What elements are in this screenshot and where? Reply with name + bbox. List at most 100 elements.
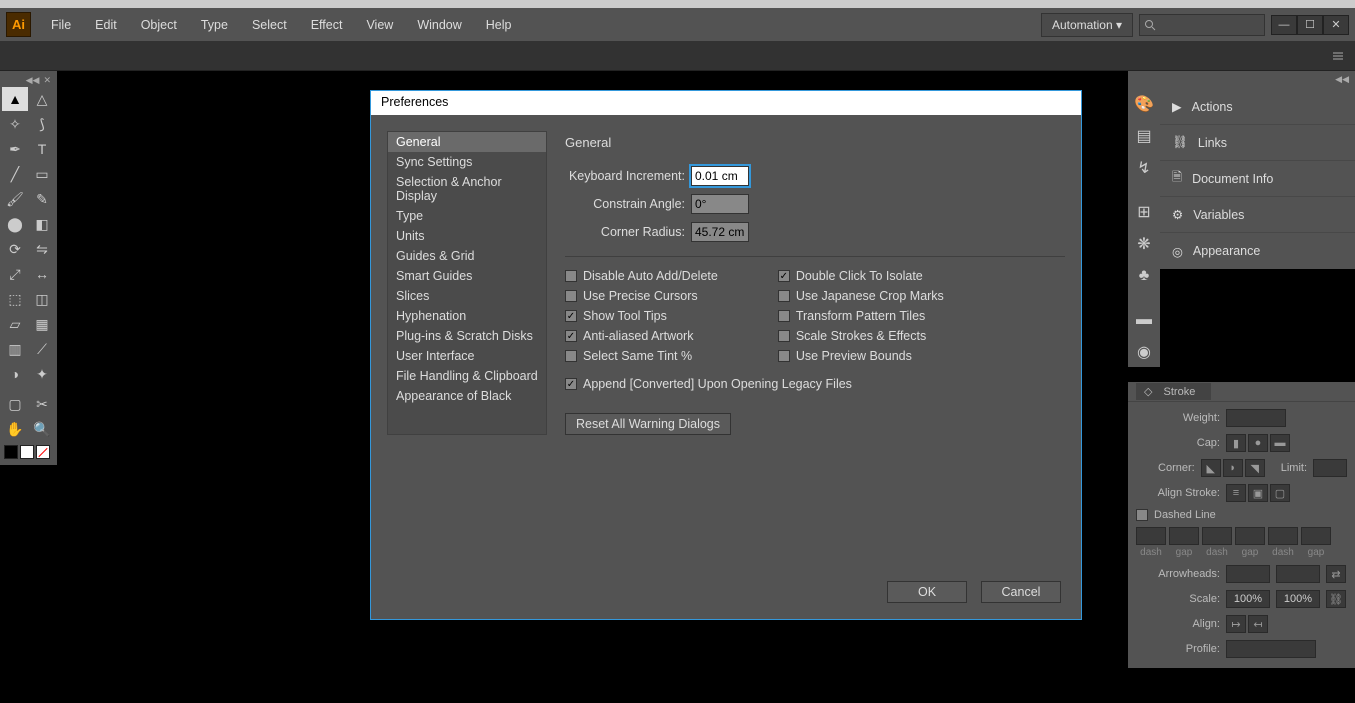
pref-side-appearance-of-black[interactable]: Appearance of Black (388, 386, 546, 406)
pref-side-file-handling-clipboard[interactable]: File Handling & Clipboard (388, 366, 546, 386)
checkbox-use-japanese-crop-marks[interactable] (778, 290, 790, 302)
panel-row-variables[interactable]: ⚙Variables (1160, 197, 1355, 233)
dash-input-gap[interactable] (1169, 527, 1199, 545)
dash-input-gap[interactable] (1301, 527, 1331, 545)
pref-side-hyphenation[interactable]: Hyphenation (388, 306, 546, 326)
rotate-tool[interactable]: ⟳ (2, 237, 28, 261)
checkbox-show-tool-tips[interactable] (565, 310, 577, 322)
close-icon[interactable]: ✕ (43, 75, 51, 86)
constrain-angle-input[interactable] (691, 194, 749, 214)
rectangle-tool[interactable]: ▭ (29, 162, 55, 186)
magic-wand-tool[interactable]: ✧ (2, 112, 28, 136)
hand-tool[interactable]: ✋ (2, 417, 28, 441)
cancel-button[interactable]: Cancel (981, 581, 1061, 603)
swatch-none[interactable] (36, 445, 50, 459)
dash-input-dash[interactable] (1136, 527, 1166, 545)
pref-side-guides-grid[interactable]: Guides & Grid (388, 246, 546, 266)
graphic-styles-icon[interactable]: ❋ (1130, 229, 1158, 259)
checkbox-transform-pattern-tiles[interactable] (778, 310, 790, 322)
align-outside[interactable]: ▢ (1270, 484, 1290, 502)
align-center[interactable]: ≡ (1226, 484, 1246, 502)
pen-tool[interactable]: ✒ (2, 137, 28, 161)
scale-start[interactable] (1226, 590, 1270, 608)
append-converted-checkbox[interactable] (565, 378, 577, 390)
checkbox-use-preview-bounds[interactable] (778, 350, 790, 362)
artboard-tool[interactable]: ▢ (2, 392, 28, 416)
color-icon[interactable]: 🎨 (1130, 89, 1158, 119)
checkbox-anti-aliased-artwork[interactable] (565, 330, 577, 342)
collapse-icon[interactable]: ◀◀ (26, 75, 40, 86)
panel-row-document-info[interactable]: 🗎Document Info (1160, 161, 1355, 197)
dash-input-dash[interactable] (1268, 527, 1298, 545)
align-inside[interactable]: ▣ (1248, 484, 1268, 502)
pencil-tool[interactable]: ✎ (29, 187, 55, 211)
line-tool[interactable]: ╱ (2, 162, 28, 186)
corner-radius-input[interactable] (691, 222, 749, 242)
close-button[interactable]: ✕ (1323, 15, 1349, 35)
menu-help[interactable]: Help (474, 14, 524, 36)
menu-object[interactable]: Object (129, 14, 189, 36)
menu-file[interactable]: File (39, 14, 83, 36)
shape-builder-tool[interactable]: ◫ (29, 287, 55, 311)
menu-view[interactable]: View (354, 14, 405, 36)
stroke-tab-label[interactable]: ◇ Stroke (1136, 383, 1211, 400)
direct-selection-tool[interactable]: △ (29, 87, 55, 111)
swatch-white[interactable] (20, 445, 34, 459)
paintbrush-tool[interactable]: 🖌 (2, 187, 28, 211)
appearance-icon[interactable]: ♣ (1130, 261, 1158, 291)
dash-input-gap[interactable] (1235, 527, 1265, 545)
corner-round[interactable]: ◗ (1223, 459, 1243, 477)
panel-row-actions[interactable]: ▶Actions (1160, 89, 1355, 125)
panel-row-links[interactable]: ⛓Links (1160, 125, 1355, 161)
layers-icon[interactable]: ▬ (1130, 305, 1158, 335)
pref-side-general[interactable]: General (388, 132, 546, 152)
minimize-button[interactable]: — (1271, 15, 1297, 35)
ok-button[interactable]: OK (887, 581, 967, 603)
menu-type[interactable]: Type (189, 14, 240, 36)
checkbox-scale-strokes-effects[interactable] (778, 330, 790, 342)
type-tool[interactable]: T (29, 137, 55, 161)
cap-butt[interactable]: ▮ (1226, 434, 1246, 452)
scale-tool[interactable]: ⤢ (2, 262, 28, 286)
pref-side-slices[interactable]: Slices (388, 286, 546, 306)
corner-bevel[interactable]: ◥ (1245, 459, 1265, 477)
reset-warnings-button[interactable]: Reset All Warning Dialogs (565, 413, 731, 435)
pref-side-smart-guides[interactable]: Smart Guides (388, 266, 546, 286)
menu-window[interactable]: Window (405, 14, 473, 36)
align-path[interactable]: ↤ (1248, 615, 1268, 633)
symbols-icon[interactable]: ⊞ (1130, 197, 1158, 227)
search-box[interactable] (1139, 14, 1265, 36)
scale-end[interactable] (1276, 590, 1320, 608)
corner-miter[interactable]: ◣ (1201, 459, 1221, 477)
maximize-button[interactable]: ☐ (1297, 15, 1323, 35)
symbol-sprayer-tool[interactable]: ✦ (29, 362, 55, 386)
checkbox-use-precise-cursors[interactable] (565, 290, 577, 302)
keyboard-increment-input[interactable] (691, 166, 749, 186)
profile-dropdown[interactable] (1226, 640, 1316, 658)
swatches-icon[interactable]: ▤ (1130, 121, 1158, 151)
perspective-tool[interactable]: ▱ (2, 312, 28, 336)
mesh-tool[interactable]: ▦ (29, 312, 55, 336)
slice-tool[interactable]: ✂ (29, 392, 55, 416)
gradient-tool[interactable]: ▥ (2, 337, 28, 361)
lasso-tool[interactable]: ⟆ (29, 112, 55, 136)
panel-row-appearance[interactable]: ◎Appearance (1160, 233, 1355, 269)
brushes-icon[interactable]: ↯ (1130, 153, 1158, 183)
eraser-tool[interactable]: ◧ (29, 212, 55, 236)
pref-side-type[interactable]: Type (388, 206, 546, 226)
swap-arrowheads[interactable]: ⇄ (1326, 565, 1346, 583)
link-scale[interactable]: ⛓ (1326, 590, 1346, 608)
limit-input[interactable] (1313, 459, 1347, 477)
pref-side-user-interface[interactable]: User Interface (388, 346, 546, 366)
pref-side-units[interactable]: Units (388, 226, 546, 246)
checkbox-disable-auto-add-delete[interactable] (565, 270, 577, 282)
free-transform-tool[interactable]: ⬚ (2, 287, 28, 311)
dash-input-dash[interactable] (1202, 527, 1232, 545)
dashed-line-checkbox[interactable] (1136, 509, 1148, 521)
blob-brush-tool[interactable]: ⬤ (2, 212, 28, 236)
menu-effect[interactable]: Effect (299, 14, 355, 36)
eyedropper-tool[interactable]: ⟋ (29, 337, 55, 361)
cap-round[interactable]: ● (1248, 434, 1268, 452)
swatch-black[interactable] (4, 445, 18, 459)
checkbox-double-click-to-isolate[interactable] (778, 270, 790, 282)
